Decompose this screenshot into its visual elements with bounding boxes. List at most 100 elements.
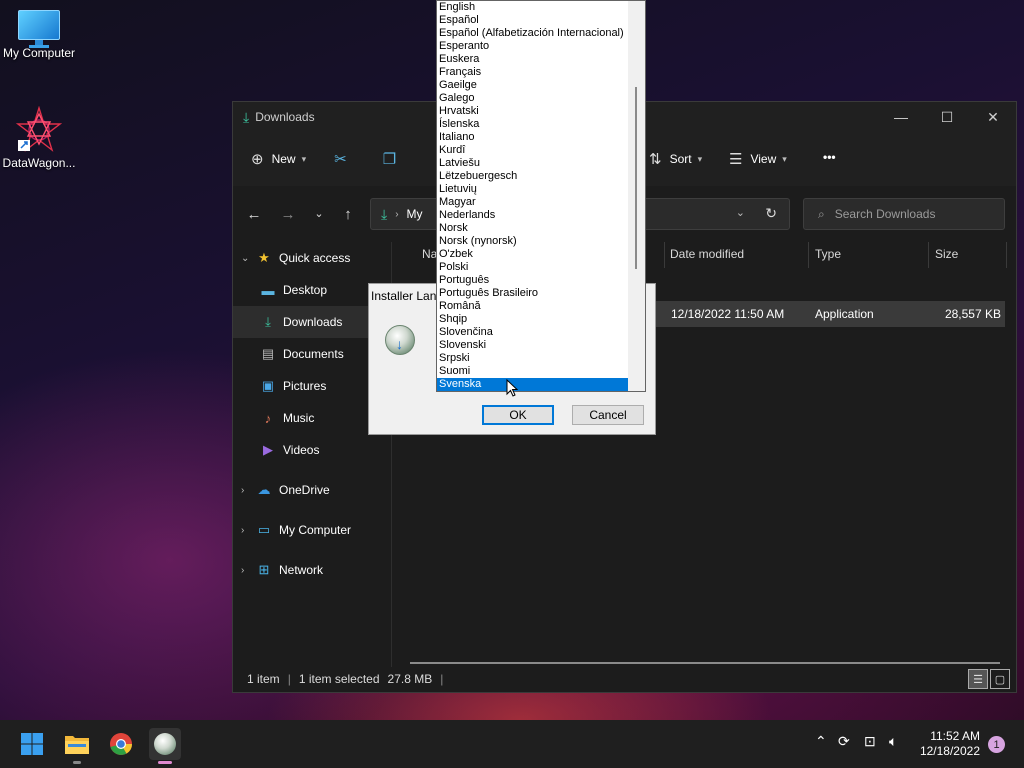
tiles-view-button[interactable]: ▢ xyxy=(990,669,1010,689)
chevron-right-icon[interactable]: › xyxy=(241,485,255,496)
language-option[interactable]: Polski xyxy=(437,261,629,274)
address-dropdown-icon[interactable]: ⌄ xyxy=(736,206,745,219)
language-option[interactable]: Slovenski xyxy=(437,339,629,352)
show-hidden-icons-icon[interactable]: ⌃ xyxy=(815,733,827,750)
network-status-icon[interactable]: ⊡ xyxy=(864,733,876,750)
cell-date-modified: 12/18/2022 11:50 AM xyxy=(671,307,785,321)
more-options-button[interactable]: ••• xyxy=(823,150,836,164)
clock-date: 12/18/2022 xyxy=(919,744,980,758)
dialog-title: Installer Lang xyxy=(371,289,444,303)
cancel-button[interactable]: Cancel xyxy=(572,405,644,425)
nav-item-label: Documents xyxy=(283,347,344,361)
language-option[interactable]: Srpski xyxy=(437,352,629,365)
pictures-icon: ▣ xyxy=(261,378,275,393)
language-option[interactable]: Magyar xyxy=(437,196,629,209)
desktop-icon-datawagon[interactable]: DataWagon... xyxy=(0,105,84,170)
video-icon: ▶ xyxy=(263,442,273,457)
language-option[interactable]: Svenska xyxy=(437,378,629,391)
folder-icon xyxy=(65,736,89,754)
nav-item-quick-access[interactable]: ⌄ ★ Quick access xyxy=(233,242,391,274)
up-arrow-icon[interactable]: ↑ xyxy=(333,206,363,223)
nav-item-my-computer[interactable]: › ▭ My Computer xyxy=(233,514,391,546)
monitor-icon xyxy=(18,10,60,48)
forward-arrow-icon[interactable]: → xyxy=(273,206,303,223)
column-size[interactable]: Size xyxy=(935,247,958,261)
item-count: 1 item xyxy=(247,672,280,686)
start-button[interactable] xyxy=(16,728,48,760)
language-option[interactable]: Suomi xyxy=(437,365,629,378)
language-option[interactable]: Español (Alfabetización Internacional) xyxy=(437,27,629,40)
ok-button[interactable]: OK xyxy=(482,405,554,425)
language-option[interactable]: Français xyxy=(437,66,629,79)
language-option[interactable]: Português Brasileiro xyxy=(437,287,629,300)
language-option[interactable]: Norsk xyxy=(437,222,629,235)
nav-item-videos[interactable]: ▶ Videos xyxy=(233,434,391,466)
chevron-right-icon[interactable]: › xyxy=(241,565,255,576)
selected-count: 1 item selected xyxy=(298,672,380,686)
window-title: Downloads xyxy=(255,110,315,124)
language-option[interactable]: Lëtzebuergesch xyxy=(437,170,629,183)
language-option[interactable]: Lietuvių xyxy=(437,183,629,196)
language-option[interactable]: Euskera xyxy=(437,53,629,66)
back-arrow-icon[interactable]: ← xyxy=(239,206,269,223)
minimize-button[interactable]: — xyxy=(878,102,924,132)
taskbar-chrome[interactable] xyxy=(105,728,137,760)
search-input[interactable]: ⌕ Search Downloads xyxy=(803,198,1005,230)
breadcrumb-chevron-icon: › xyxy=(395,208,399,220)
language-option[interactable]: Português xyxy=(437,274,629,287)
document-icon: ▤ xyxy=(261,346,275,361)
language-option[interactable]: Nederlands xyxy=(437,209,629,222)
nav-item-onedrive[interactable]: › ☁ OneDrive xyxy=(233,474,391,506)
download-icon: ⤓ xyxy=(265,314,271,329)
language-option[interactable]: Hrvatski xyxy=(437,105,629,118)
language-dropdown-list[interactable]: English Español Español (Alfabetización In… xyxy=(436,0,646,392)
download-icon: ⤓ xyxy=(243,108,250,125)
sync-icon[interactable]: ⟳ xyxy=(838,733,850,750)
details-view-button[interactable]: ☰ xyxy=(968,669,988,689)
new-button[interactable]: ⊕ New ▾ xyxy=(251,150,306,168)
view-button[interactable]: ☰ View ▾ xyxy=(729,150,787,168)
language-option[interactable]: Shqip xyxy=(437,313,629,326)
refresh-icon[interactable]: ↻ xyxy=(765,205,777,222)
language-option[interactable]: Italiano xyxy=(437,131,629,144)
desktop-icon-my-computer[interactable]: My Computer xyxy=(0,10,84,60)
language-option[interactable]: Íslenska xyxy=(437,118,629,131)
cut-button[interactable]: ✂ xyxy=(334,150,355,168)
notification-badge[interactable]: 1 xyxy=(988,736,1005,753)
taskbar-installer[interactable] xyxy=(149,728,181,764)
sort-button[interactable]: ⇅ Sort ▾ xyxy=(649,150,702,168)
taskbar-file-explorer[interactable] xyxy=(61,728,93,764)
language-option[interactable]: Español xyxy=(437,14,629,27)
language-option[interactable]: Gaeilge xyxy=(437,79,629,92)
language-option[interactable]: Esperanto xyxy=(437,40,629,53)
clock[interactable]: 11:52 AM 12/18/2022 xyxy=(920,729,980,759)
column-date-modified[interactable]: Date modified xyxy=(670,247,744,261)
language-option[interactable]: Română xyxy=(437,300,629,313)
windows-logo-icon xyxy=(21,733,43,755)
copy-button[interactable]: ❐ xyxy=(383,150,404,168)
recent-chevron-icon[interactable]: ⌄ xyxy=(304,207,334,220)
column-type[interactable]: Type xyxy=(815,247,841,261)
language-option[interactable]: O'zbek xyxy=(437,248,629,261)
language-option[interactable]: Norsk (nynorsk) xyxy=(437,235,629,248)
language-option[interactable]: Kurdî xyxy=(437,144,629,157)
nav-item-label: OneDrive xyxy=(279,483,330,497)
horizontal-scrollbar[interactable] xyxy=(410,662,1000,664)
language-option[interactable]: Latviešu xyxy=(437,157,629,170)
desktop-icon: ▬ xyxy=(261,282,275,298)
new-label: New xyxy=(271,152,296,166)
search-placeholder: Search Downloads xyxy=(834,207,936,221)
nav-item-network[interactable]: › ⊞ Network xyxy=(233,554,391,586)
scrollbar-thumb[interactable] xyxy=(635,87,637,269)
language-option[interactable]: English xyxy=(437,1,629,14)
running-indicator xyxy=(73,761,81,764)
nav-item-label: Music xyxy=(283,411,315,425)
language-option[interactable]: Galego xyxy=(437,92,629,105)
more-icon: ••• xyxy=(823,150,836,164)
close-button[interactable]: ✕ xyxy=(970,102,1016,132)
chevron-right-icon[interactable]: › xyxy=(241,525,255,536)
chevron-down-icon[interactable]: ⌄ xyxy=(241,253,255,264)
language-option[interactable]: Slovenčina xyxy=(437,326,629,339)
maximize-button[interactable]: ☐ xyxy=(924,102,970,132)
volume-icon[interactable]: 🔈︎ xyxy=(889,733,897,750)
